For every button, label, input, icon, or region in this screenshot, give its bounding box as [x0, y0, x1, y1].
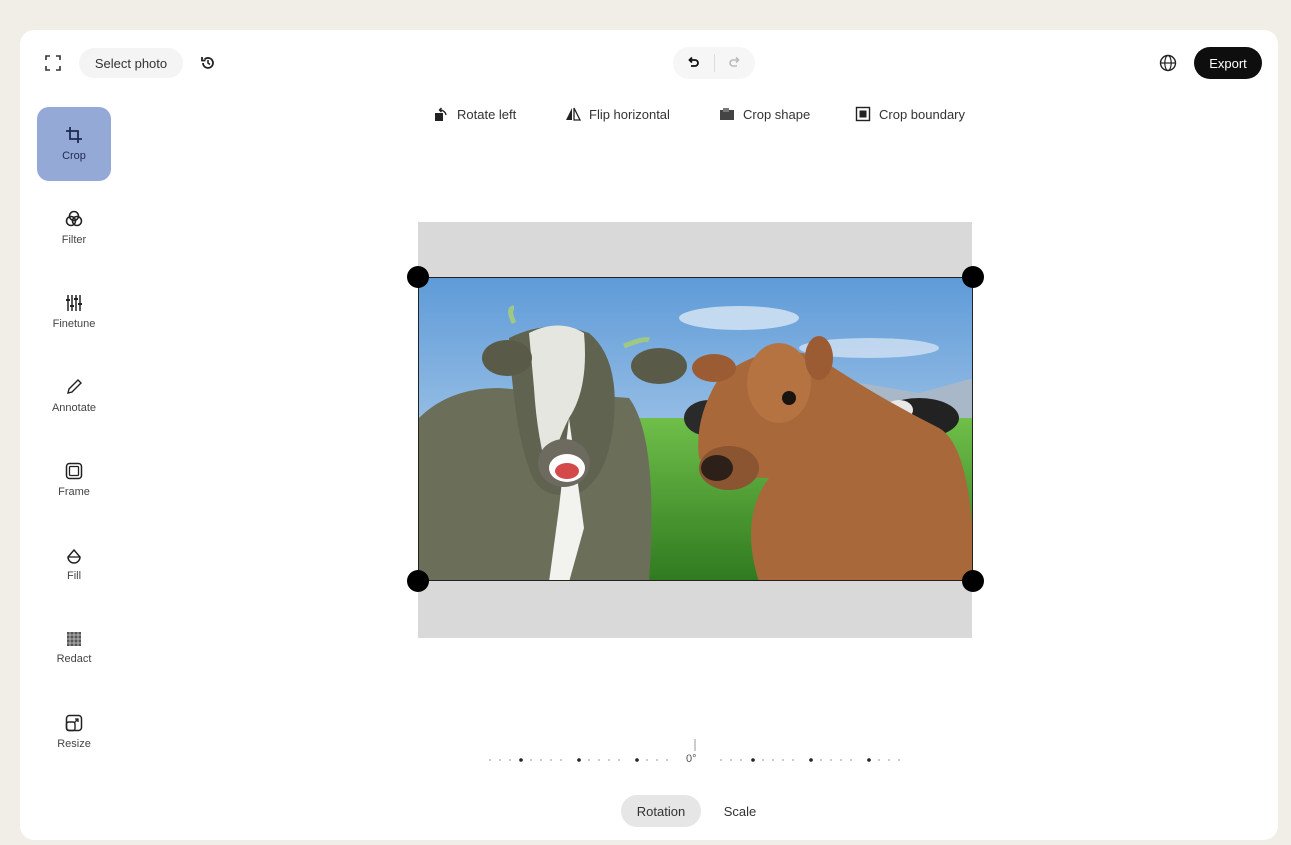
flip-horizontal-icon — [566, 107, 581, 121]
export-button[interactable]: Export — [1194, 47, 1262, 79]
photo-canvas[interactable] — [418, 277, 973, 581]
tab-scale-label: Scale — [723, 803, 757, 819]
sidebar-item-redact[interactable]: Redact — [37, 611, 111, 685]
fullscreen-icon — [45, 55, 61, 71]
sidebar-item-label: Annotate — [51, 402, 97, 414]
select-photo-label: Select photo — [94, 55, 168, 71]
flip-horizontal-button[interactable]: Flip horizontal — [565, 103, 670, 125]
crop-shape-button[interactable]: Crop shape — [719, 103, 810, 125]
rotation-value: 0° — [686, 753, 697, 765]
sidebar-item-fill[interactable]: Fill — [37, 527, 111, 601]
flip-horizontal-label: Flip horizontal — [589, 106, 670, 122]
redo-icon — [729, 56, 740, 67]
crop-icon — [66, 127, 82, 143]
cows-photo — [419, 278, 972, 580]
pencil-icon — [67, 379, 82, 394]
sidebar-item-frame[interactable]: Frame — [37, 443, 111, 517]
rotate-left-button[interactable]: Rotate left — [433, 103, 516, 125]
rotate-left-icon — [435, 107, 447, 121]
resize-icon — [65, 714, 83, 732]
crop-handle-bottom-left[interactable] — [407, 570, 429, 592]
crop-handle-top-left[interactable] — [407, 266, 429, 288]
sidebar-item-annotate[interactable]: Annotate — [37, 359, 111, 433]
sidebar-item-label: Resize — [57, 738, 91, 750]
crop-shape-label: Crop shape — [743, 106, 811, 122]
sidebar-item-resize[interactable]: Resize — [37, 695, 111, 769]
rotate-left-label: Rotate left — [457, 106, 517, 122]
filter-icon — [65, 210, 83, 227]
tab-scale[interactable]: Scale — [712, 795, 768, 827]
export-label: Export — [1209, 55, 1247, 71]
crop-handle-bottom-right[interactable] — [962, 570, 984, 592]
redo-button[interactable] — [714, 47, 755, 79]
sidebar-item-label: Filter — [61, 234, 87, 246]
fill-icon — [67, 548, 81, 564]
history-icon — [201, 57, 214, 69]
redact-icon — [67, 632, 81, 646]
fullscreen-button[interactable] — [38, 48, 68, 78]
history-button[interactable] — [193, 48, 223, 78]
language-button[interactable] — [1153, 48, 1183, 78]
undo-button[interactable] — [673, 47, 714, 79]
sidebar-item-filter[interactable]: Filter — [37, 191, 111, 265]
globe-icon — [1159, 54, 1177, 72]
crop-boundary-button[interactable]: Crop boundary — [855, 103, 965, 125]
crop-shape-icon — [720, 108, 734, 120]
undo-redo-group — [673, 47, 755, 79]
sidebar-item-label: Frame — [58, 486, 90, 498]
crop-boundary-label: Crop boundary — [879, 106, 965, 122]
finetune-icon — [66, 295, 82, 311]
select-photo-button[interactable]: Select photo — [79, 48, 183, 78]
undo-icon — [688, 56, 700, 67]
sidebar-item-finetune[interactable]: Finetune — [37, 275, 111, 349]
sidebar-item-crop[interactable]: Crop — [37, 107, 111, 181]
sidebar-item-label: Crop — [62, 150, 86, 162]
tab-rotation[interactable]: Rotation — [621, 795, 701, 827]
sidebar-item-label: Finetune — [52, 318, 96, 330]
sidebar-item-label: Redact — [56, 653, 92, 665]
tab-rotation-label: Rotation — [636, 803, 686, 819]
crop-handle-top-right[interactable] — [962, 266, 984, 288]
crop-boundary-icon — [855, 106, 871, 122]
frame-icon — [65, 462, 83, 480]
sidebar-item-label: Fill — [66, 570, 82, 582]
